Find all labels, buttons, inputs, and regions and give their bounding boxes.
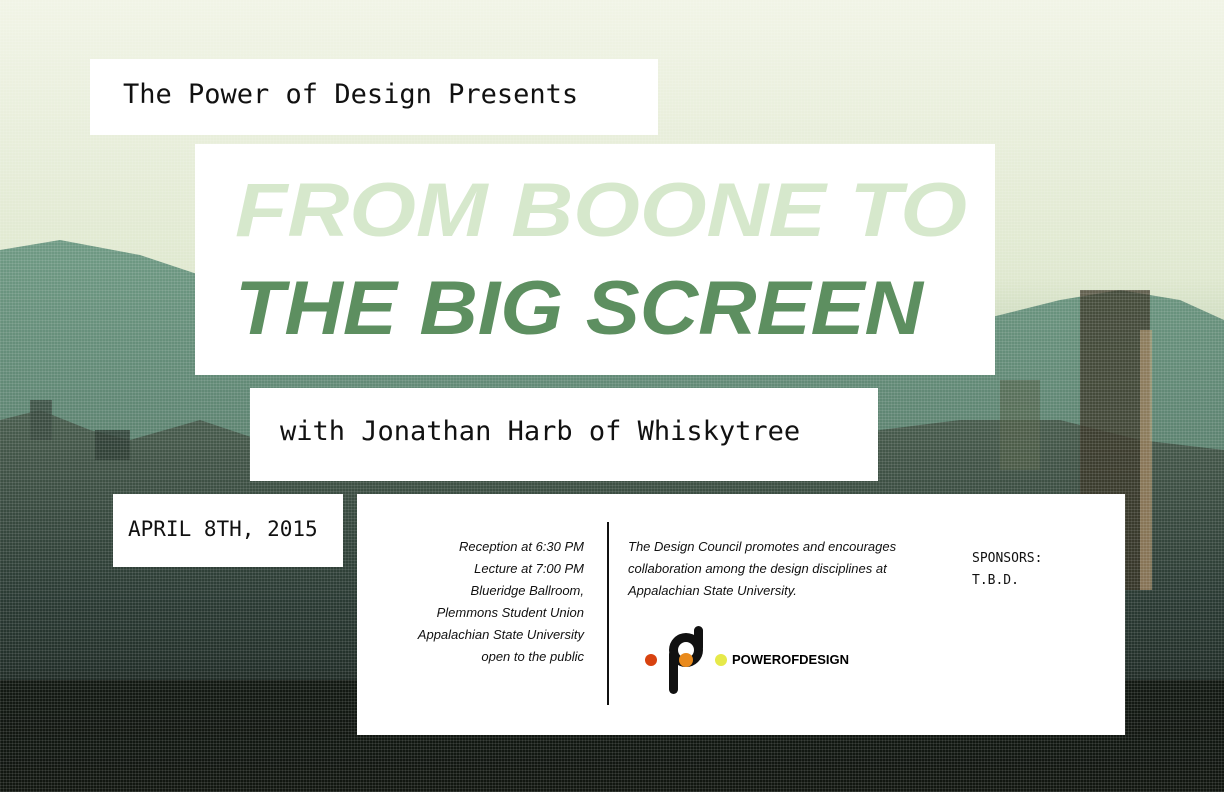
- sponsors: SPONSORS: T.B.D.: [972, 548, 1042, 592]
- detail-line: open to the public: [481, 649, 584, 664]
- event-date: APRIL 8TH, 2015: [128, 517, 318, 541]
- detail-line: Lecture at 7:00 PM: [474, 561, 584, 576]
- title-line-1: FROM BOONE TO: [235, 168, 967, 253]
- sponsors-label: SPONSORS:: [972, 551, 1043, 566]
- date-banner: APRIL 8TH, 2015: [113, 494, 343, 567]
- divider: [607, 522, 609, 705]
- sponsors-value: T.B.D.: [972, 573, 1019, 588]
- detail-line: Appalachian State University: [417, 627, 584, 642]
- speaker-text: with Jonathan Harb of Whiskytree: [280, 416, 801, 447]
- presents-text: The Power of Design Presents: [123, 79, 579, 110]
- detail-line: Plemmons Student Union: [436, 605, 584, 620]
- presents-banner: The Power of Design Presents: [90, 59, 658, 135]
- about-text: The Design Council promotes and encourag…: [628, 539, 897, 598]
- title-line-2: THE BIG SCREEN: [235, 266, 925, 351]
- detail-line: Reception at 6:30 PM: [458, 539, 584, 554]
- detail-line: Blueridge Ballroom,: [470, 583, 584, 598]
- power-of-design-logo-icon: [645, 626, 727, 694]
- event-title: FROM BOONE TO THE BIG SCREEN: [235, 168, 967, 351]
- logo-wordmark: POWEROFDESIGN: [732, 652, 850, 667]
- event-details: Reception at 6:30 PM Lecture at 7:00 PM …: [418, 536, 584, 668]
- info-panel: Reception at 6:30 PM Lecture at 7:00 PM …: [357, 494, 1125, 735]
- title-banner: FROM BOONE TO THE BIG SCREEN: [195, 144, 995, 375]
- speaker-banner: with Jonathan Harb of Whiskytree: [250, 388, 878, 481]
